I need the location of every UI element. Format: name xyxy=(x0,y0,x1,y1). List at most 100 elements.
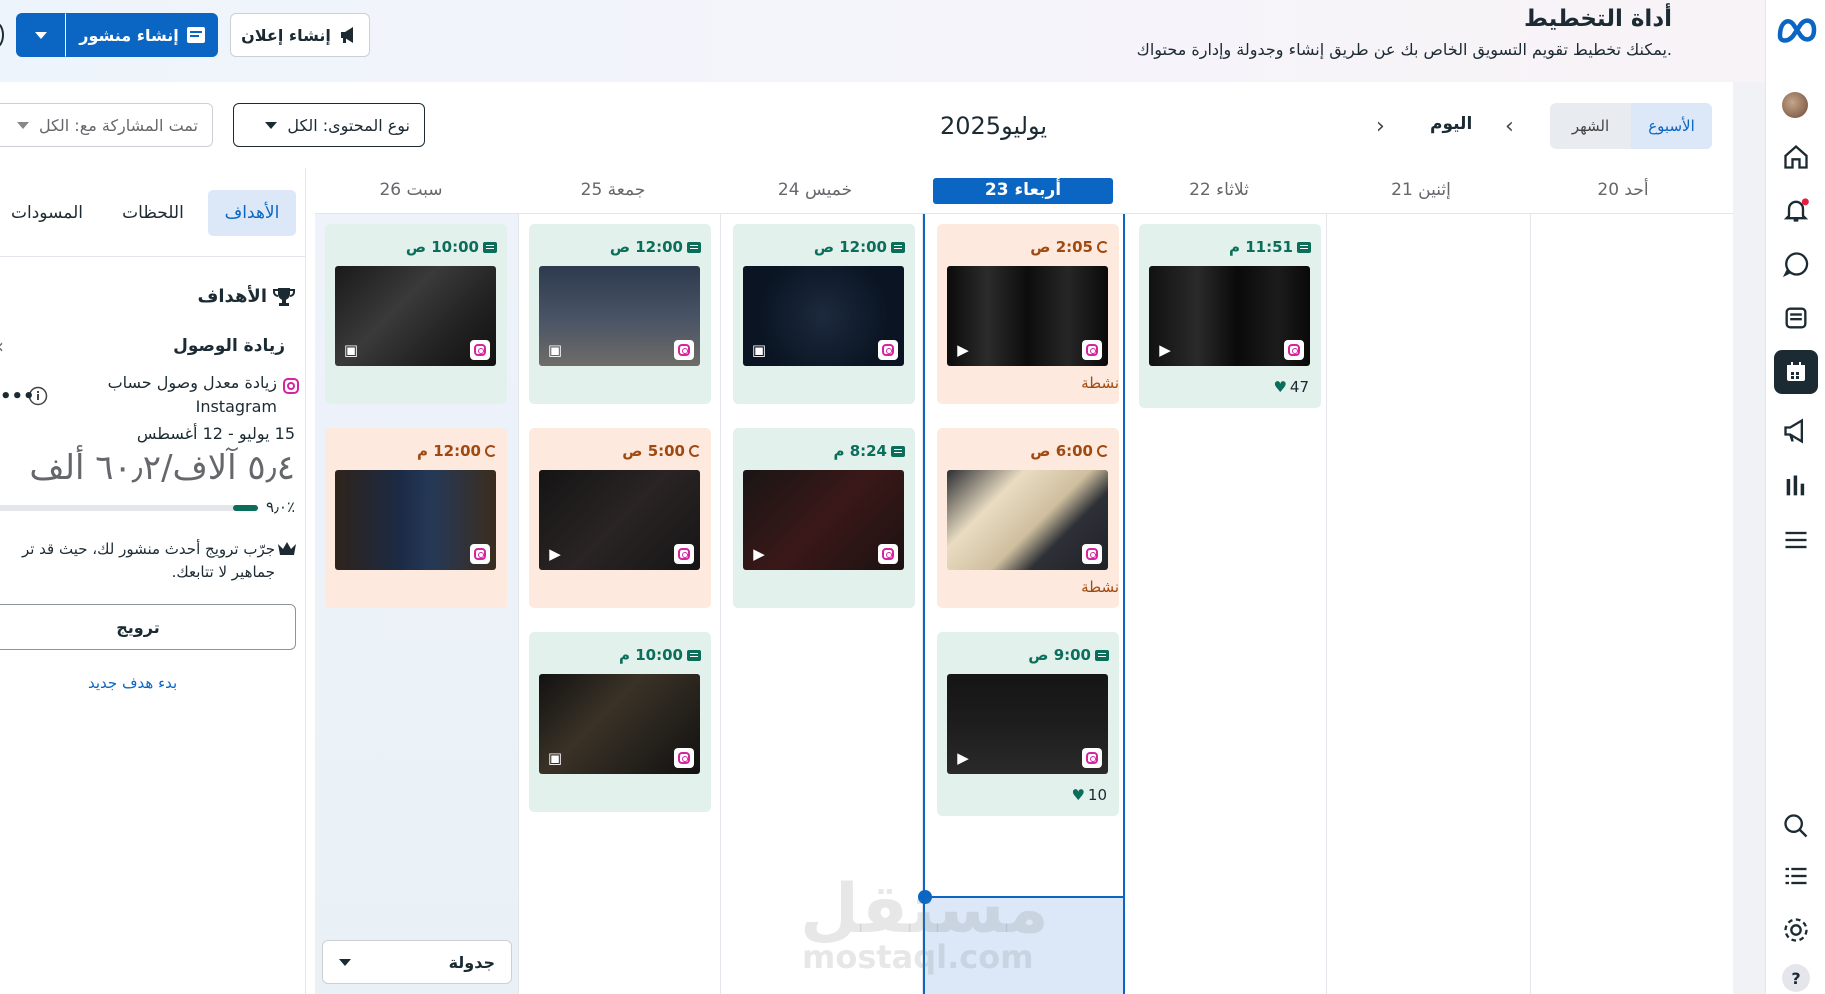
day-header-thu: خميس 24 xyxy=(777,180,853,200)
pages-icon[interactable] xyxy=(1782,304,1810,332)
create-post-dropdown[interactable] xyxy=(16,13,66,57)
post-card[interactable]: 10:00 م ▣ xyxy=(529,632,711,812)
publishing-icon xyxy=(1097,445,1109,457)
instagram-icon xyxy=(878,544,898,564)
schedule-dropdown[interactable]: جدولة xyxy=(322,940,512,984)
more-circle-icon[interactable] xyxy=(0,22,4,48)
post-card[interactable]: 5:00 ص ▶ xyxy=(529,428,711,608)
content-type-filter[interactable]: نوع المحتوى: الكل xyxy=(233,103,425,147)
navigation-rail: ? xyxy=(1765,0,1825,994)
planner-panel: الأسبوع الشهر ‹ اليوم › يوليو2025 نوع ال… xyxy=(0,82,1733,994)
bell-icon[interactable] xyxy=(1782,196,1810,224)
today-button[interactable]: اليوم xyxy=(1430,114,1472,134)
prev-week-button[interactable]: ‹ xyxy=(1505,114,1514,139)
image-icon: ▣ xyxy=(547,749,563,767)
menu-icon[interactable] xyxy=(1782,526,1810,554)
page-header: أداة التخطيط يمكنك تخطيط تقويم التسويق ا… xyxy=(0,0,1765,82)
next-week-button[interactable]: › xyxy=(1376,114,1385,139)
post-card[interactable]: 2:05 ص ▶ نشطة xyxy=(937,224,1119,404)
tab-moments[interactable]: اللحظات xyxy=(112,190,194,236)
publishing-icon xyxy=(1097,241,1109,253)
insights-icon[interactable] xyxy=(1782,472,1810,500)
day-header-sat: سبت 26 xyxy=(379,180,443,200)
image-icon: ▣ xyxy=(547,341,563,359)
shared-with-filter[interactable]: تمت المشاركة مع: الكل xyxy=(0,103,213,147)
post-thumbnail: ▣ xyxy=(743,266,904,366)
post-card[interactable]: 6:00 ص نشطة xyxy=(937,428,1119,608)
post-card[interactable]: 11:51 م ▶ ♥ 47 xyxy=(1139,224,1321,408)
chevron-down-icon xyxy=(35,31,47,39)
megaphone-icon xyxy=(340,27,353,43)
goal-title[interactable]: زيادة الوصول xyxy=(173,336,285,356)
create-ad-label: إنشاء إعلان xyxy=(241,25,331,45)
goals-panel: الأهداف اللحظات المسودات الأهداف زيادة ا… xyxy=(0,168,306,994)
avatar[interactable] xyxy=(1782,92,1808,118)
tab-goals[interactable]: الأهداف xyxy=(208,190,296,236)
new-goal-link[interactable]: بدء هدف جديد xyxy=(88,674,177,692)
image-icon: ▣ xyxy=(343,341,359,359)
instagram-icon xyxy=(878,340,898,360)
goal-progress-value: ٥٫٤ آلاف/٦٠٫٢ ألف xyxy=(29,448,295,488)
home-icon[interactable] xyxy=(1782,143,1810,171)
search-icon[interactable] xyxy=(1782,812,1810,840)
chat-icon[interactable] xyxy=(1782,250,1810,278)
caret-down-icon xyxy=(265,121,278,129)
post-thumbnail: ▶ xyxy=(743,470,904,570)
heart-icon: ♥ xyxy=(1273,378,1287,396)
post-card[interactable]: 12:00 ص ▣ xyxy=(529,224,711,404)
heart-icon: ♥ xyxy=(1071,786,1085,804)
day-header-mon: إثنين 21 xyxy=(1391,180,1451,200)
view-month-button[interactable]: الشهر xyxy=(1550,103,1631,149)
image-icon: ▣ xyxy=(751,341,767,359)
scheduled-icon xyxy=(1095,649,1109,661)
day-column-mon[interactable] xyxy=(1327,214,1531,994)
day-header-sun: أحد 20 xyxy=(1597,180,1649,200)
view-week-button[interactable]: الأسبوع xyxy=(1631,103,1712,149)
post-thumbnail: ▶ xyxy=(947,266,1108,366)
settings-icon[interactable] xyxy=(1782,916,1810,944)
post-thumbnail xyxy=(335,470,496,570)
scheduled-icon xyxy=(891,241,905,253)
status-label: نشطة xyxy=(1081,374,1119,392)
instagram-icon xyxy=(674,748,694,768)
post-thumbnail: ▣ xyxy=(539,674,700,774)
calendar-toolbar: الأسبوع الشهر ‹ اليوم › يوليو2025 نوع ال… xyxy=(0,82,1733,168)
create-post-button[interactable]: إنشاء منشور xyxy=(66,13,218,57)
instagram-icon xyxy=(1284,340,1304,360)
month-title: يوليو2025 xyxy=(940,112,1048,140)
post-card[interactable]: 10:00 ص ▣ xyxy=(325,224,507,404)
post-thumbnail: ▶ xyxy=(1149,266,1310,366)
crown-icon xyxy=(278,542,296,555)
promote-button[interactable]: ترويج xyxy=(0,604,296,650)
help-icon[interactable]: ? xyxy=(1782,964,1810,992)
post-card[interactable]: 12:00 م xyxy=(325,428,507,608)
create-ad-button[interactable]: إنشاء إعلان xyxy=(230,13,370,57)
post-card[interactable]: 12:00 ص ▣ xyxy=(733,224,915,404)
instagram-icon xyxy=(283,378,299,394)
scheduled-icon xyxy=(483,241,497,253)
tab-drafts[interactable]: المسودات xyxy=(2,190,92,236)
watermark-latin: mostaql.com xyxy=(802,938,1034,976)
day-header-row: أحد 20 إثنين 21 ثلاثاء 22 أربعاء 23 خميس… xyxy=(315,168,1733,214)
more-options-icon[interactable]: ••• xyxy=(0,386,35,407)
page-subtitle: يمكنك تخطيط تقويم التسويق الخاص بك عن طر… xyxy=(1136,40,1672,59)
calendar-icon xyxy=(1787,362,1805,381)
chevron-left-icon[interactable]: ‹ xyxy=(0,334,4,358)
planner-nav-item[interactable] xyxy=(1774,350,1818,394)
post-thumbnail: ▶ xyxy=(947,674,1108,774)
scheduled-icon xyxy=(687,649,701,661)
post-card[interactable]: 9:00 ص ▶ ♥ 10 xyxy=(937,632,1119,816)
goal-progress-bar xyxy=(0,505,258,511)
reel-icon: ▶ xyxy=(753,545,765,563)
post-thumbnail xyxy=(947,470,1108,570)
meta-logo[interactable] xyxy=(1776,14,1818,44)
day-header-fri: جمعة 25 xyxy=(580,180,646,200)
megaphone-icon[interactable] xyxy=(1782,417,1810,445)
instagram-icon xyxy=(470,544,490,564)
scheduled-icon xyxy=(1297,241,1311,253)
video-play-icon: ▶ xyxy=(957,341,969,359)
post-card[interactable]: 8:24 م ▶ xyxy=(733,428,915,608)
day-column-sun[interactable] xyxy=(1531,214,1733,994)
list-icon[interactable] xyxy=(1782,862,1810,890)
scheduled-icon xyxy=(687,241,701,253)
